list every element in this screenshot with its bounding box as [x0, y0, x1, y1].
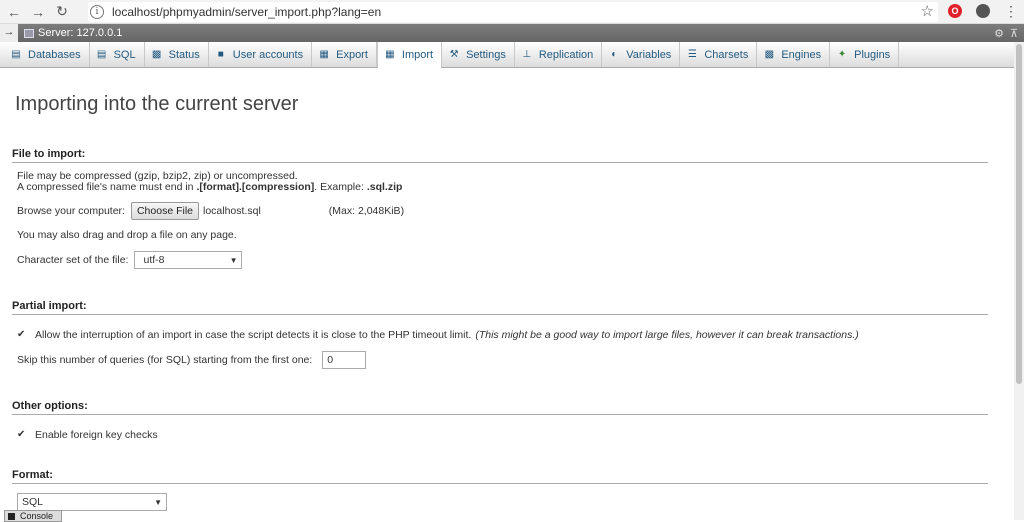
chevron-down-icon: ▼ — [229, 255, 238, 265]
import-icon: ▦ — [385, 49, 395, 60]
tab-databases[interactable]: ▤ Databases — [4, 42, 90, 67]
bookmark-star-icon[interactable]: ☆ — [921, 2, 934, 20]
tab-label: Export — [336, 48, 368, 61]
tab-label: SQL — [113, 48, 136, 61]
tab-label: Charsets — [704, 48, 749, 61]
charset-row: Character set of the file: utf-8 ▼ — [17, 251, 988, 269]
skip-queries-label: Skip this number of queries (for SQL) st… — [17, 354, 313, 366]
reload-icon[interactable]: ↻ — [52, 3, 72, 20]
scrollbar-thumb[interactable] — [1016, 44, 1022, 384]
compression-example-text: A compressed file's name must end in — [17, 181, 197, 193]
tab-user-accounts[interactable]: ■ User accounts — [209, 42, 313, 67]
charsets-icon: ☰ — [687, 48, 697, 60]
browse-row: Browse your computer: Choose File localh… — [17, 202, 988, 220]
console-toggle[interactable]: Console — [4, 510, 62, 522]
compression-format: .[format].[compression] — [196, 181, 315, 193]
tab-label: Variables — [626, 48, 672, 61]
format-select[interactable]: SQL ▼ — [17, 493, 167, 511]
variables-icon: ◐ — [611, 48, 618, 60]
tab-charsets[interactable]: ☰ Charsets — [680, 42, 758, 67]
plugins-icon: ✦ — [837, 48, 847, 60]
tab-export[interactable]: ▦ Export — [312, 42, 377, 67]
tab-replication[interactable]: ⊥ Replication — [515, 42, 603, 67]
section-legend: Partial import: — [12, 300, 988, 315]
info-icon[interactable]: i — [90, 5, 104, 19]
skip-queries-row: Skip this number of queries (for SQL) st… — [17, 351, 988, 369]
export-icon: ▦ — [319, 48, 329, 60]
chevron-down-icon: ▼ — [154, 497, 162, 507]
forward-arrow-icon[interactable]: → — [28, 4, 48, 20]
tab-label: Settings — [466, 48, 506, 61]
section-legend: Format: — [12, 469, 988, 484]
tab-sql[interactable]: ▤ SQL — [90, 42, 145, 67]
allow-interrupt-label: Allow the interruption of an import in c… — [35, 329, 472, 341]
foreign-key-checkbox[interactable]: ✔ — [17, 430, 27, 440]
browse-label: Browse your computer: — [17, 205, 125, 217]
tab-settings[interactable]: ⚒ Settings — [442, 42, 515, 67]
top-menu-tabs: ▤ Databases ▤ SQL ▩ Status ■ User accounts ▦… — [0, 42, 1024, 68]
drag-drop-note: You may also drag and drop a file on any… — [17, 229, 237, 241]
allow-interrupt-note: (This might be a good way to import larg… — [475, 329, 859, 341]
allow-interrupt-checkbox[interactable]: ✔ — [17, 330, 27, 340]
wrench-icon: ⚒ — [449, 48, 459, 60]
tab-label: Plugins — [854, 48, 891, 61]
main-content: Importing into the current server File t… — [0, 93, 1024, 511]
server-label[interactable]: Server: 127.0.0.1 — [38, 27, 122, 39]
section-legend: Other options: — [12, 400, 988, 415]
other-options-section: Other options: ✔ Enable foreign key chec… — [12, 400, 988, 441]
server-breadcrumb-bar: → Server: 127.0.0.1 ⚙ ⊼ — [0, 24, 1024, 42]
tab-engines[interactable]: ▩ Engines — [757, 42, 831, 67]
tab-plugins[interactable]: ✦ Plugins — [830, 42, 900, 67]
format-value: SQL — [22, 496, 44, 508]
collapse-navigation-icon[interactable]: → — [0, 24, 18, 42]
tab-label: Replication — [538, 48, 594, 61]
address-bar[interactable]: i localhost/phpmyadmin/server_import.php… — [88, 2, 938, 22]
max-size: (Max: 2,048KiB) — [328, 205, 405, 217]
engines-icon: ▩ — [764, 48, 775, 60]
allow-interrupt-row: ✔ Allow the interruption of an import in… — [17, 329, 988, 341]
section-legend: File to import: — [12, 148, 988, 163]
tab-import[interactable]: ▦ Import — [376, 42, 443, 68]
database-icon: ▤ — [11, 48, 21, 60]
page-title: Importing into the current server — [15, 93, 299, 115]
compression-example-value: .sql.zip — [366, 181, 403, 193]
tab-label: Databases — [28, 48, 81, 61]
opera-extension-icon[interactable]: O — [948, 4, 962, 18]
back-arrow-icon[interactable]: ← — [4, 4, 24, 20]
profile-icon[interactable] — [976, 4, 990, 18]
charset-select[interactable]: utf-8 ▼ — [134, 251, 243, 269]
console-icon — [8, 512, 15, 520]
tab-variables[interactable]: ◐ Variables — [602, 42, 681, 67]
choose-file-button[interactable]: Choose File — [130, 202, 199, 220]
compression-example-sep: . Example: — [314, 181, 367, 193]
foreign-key-row: ✔ Enable foreign key checks — [17, 429, 988, 441]
partial-import-section: Partial import: ✔ Allow the interruption… — [12, 300, 988, 369]
selected-filename: localhost.sql — [203, 205, 261, 217]
tab-label: User accounts — [232, 48, 304, 61]
tab-label: Engines — [781, 48, 822, 61]
sql-icon: ▤ — [96, 48, 107, 60]
page-scrollbar[interactable] — [1014, 42, 1024, 520]
file-to-import-section: File to import: File may be compressed (… — [12, 148, 988, 269]
skip-queries-input[interactable]: 0 — [322, 351, 367, 369]
user-accounts-icon: ■ — [217, 48, 224, 60]
tab-label: Status — [168, 48, 200, 61]
menu-kebab-icon[interactable]: ⋮ — [1004, 3, 1018, 20]
settings-gear-icon[interactable]: ⚙ — [994, 27, 1004, 40]
status-icon: ▩ — [151, 48, 162, 60]
tab-status[interactable]: ▩ Status — [145, 42, 209, 67]
format-section: Format: SQL ▼ — [12, 469, 988, 511]
charset-label: Character set of the file: — [17, 254, 129, 266]
foreign-key-label: Enable foreign key checks — [35, 429, 158, 441]
tab-label: Import — [401, 49, 434, 61]
server-icon — [24, 28, 34, 38]
browser-toolbar: ← → ↻ i localhost/phpmyadmin/server_impo… — [0, 0, 1024, 24]
charset-value: utf-8 — [143, 254, 165, 266]
collapse-top-icon[interactable]: ⊼ — [1010, 27, 1018, 40]
replication-icon: ⊥ — [522, 48, 532, 60]
url-text[interactable]: localhost/phpmyadmin/server_import.php?l… — [112, 5, 381, 19]
compression-example: A compressed file's name must end in .[f… — [17, 182, 988, 193]
